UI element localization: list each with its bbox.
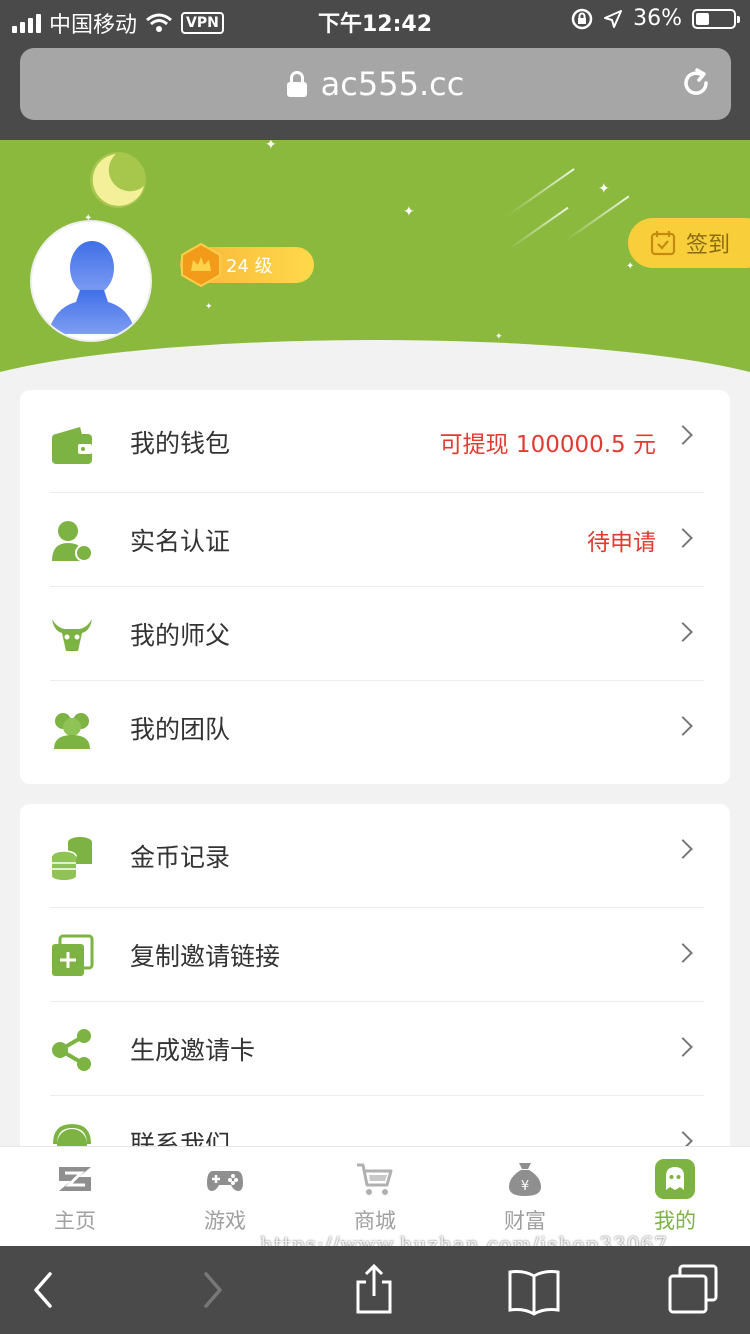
location-icon	[604, 9, 623, 28]
menu-item-label: 我的钱包	[130, 428, 231, 458]
browser-chrome: ac555.cc	[0, 40, 750, 140]
home-z-icon	[59, 1167, 91, 1191]
meteor-decoration	[508, 206, 569, 250]
chevron-right-icon	[673, 839, 693, 859]
avatar[interactable]	[30, 220, 152, 342]
share-icon	[52, 1029, 91, 1071]
url-text: ac555.cc	[320, 65, 465, 103]
chevron-right-icon	[673, 528, 693, 548]
tab-label: 游戏	[204, 1209, 246, 1233]
meteor-decoration	[564, 195, 630, 242]
copy-link-icon	[52, 934, 94, 976]
share-sheet-icon[interactable]	[344, 1262, 404, 1318]
tab-label: 我的	[654, 1209, 696, 1233]
profile-header: ✦ ✦ ✦ ✦ ✦ ✦ ✦ 24 级 签到	[0, 140, 750, 405]
bottom-tab-bar: 主页 游戏 商城 ¥ 财富 我的	[0, 1146, 750, 1246]
wallet-icon	[52, 427, 92, 464]
moon-icon	[90, 152, 146, 208]
chevron-right-icon	[673, 622, 693, 642]
signin-label: 签到	[686, 233, 731, 258]
battery-icon	[692, 8, 740, 29]
menu-item-label: 我的师父	[130, 621, 231, 650]
star-icon: ✦	[598, 181, 610, 197]
menu-item-team[interactable]: 我的团队	[20, 681, 730, 775]
tabs-icon[interactable]	[664, 1262, 724, 1318]
star-icon: ✦	[265, 140, 277, 153]
coins-icon	[51, 837, 92, 880]
bookmarks-icon[interactable]	[504, 1262, 564, 1318]
lock-icon	[286, 71, 307, 97]
tab-label: 主页	[54, 1209, 96, 1233]
tab-home[interactable]: 主页	[0, 1147, 150, 1246]
tab-label: 商城	[354, 1209, 396, 1233]
menu-item-wallet[interactable]: 我的钱包 可提现 100000.5 元	[20, 390, 730, 493]
reload-icon[interactable]	[679, 66, 713, 100]
menu-item-label: 金币记录	[130, 843, 231, 872]
menu-item-label: 复制邀请链接	[130, 942, 281, 971]
star-icon: ✦	[205, 302, 213, 312]
user-silhouette-icon	[48, 241, 136, 334]
menu-item-coin-records[interactable]: 金币记录	[20, 804, 730, 908]
signin-button[interactable]: 签到	[628, 218, 750, 268]
invite-menu-card: 金币记录 复制邀请链接 生成邀请卡 联系我们	[20, 804, 730, 1164]
calendar-check-icon	[650, 231, 676, 256]
master-icon	[52, 619, 92, 651]
menu-item-verification[interactable]: 实名认证 待申请	[20, 493, 730, 587]
wallet-balance: 可提现 100000.5 元	[439, 431, 656, 458]
menu-item-label: 实名认证	[130, 527, 231, 556]
menu-item-label: 我的团队	[130, 715, 231, 744]
chevron-right-icon	[673, 1037, 693, 1057]
gamepad-icon	[207, 1171, 243, 1191]
forward-icon[interactable]	[182, 1262, 242, 1318]
profile-icon	[655, 1159, 695, 1199]
verify-user-icon	[52, 521, 93, 562]
tab-label: 财富	[504, 1209, 546, 1233]
level-badge: 24 级	[180, 242, 314, 288]
verification-status: 待申请	[587, 530, 656, 556]
team-icon	[54, 713, 90, 749]
menu-item-invite-card[interactable]: 生成邀请卡	[20, 1002, 730, 1096]
address-bar[interactable]: ac555.cc	[20, 48, 731, 120]
svg-text:¥: ¥	[521, 1179, 529, 1194]
star-icon: ✦	[403, 204, 415, 220]
account-menu-card: 我的钱包 可提现 100000.5 元 实名认证 待申请 我的师父 我的团队	[20, 390, 730, 784]
crown-icon	[181, 242, 221, 288]
status-right: 36%	[571, 6, 740, 31]
menu-item-master[interactable]: 我的师父	[20, 587, 730, 681]
star-icon: ✦	[626, 261, 635, 272]
money-bag-icon: ¥	[509, 1163, 541, 1196]
menu-item-label: 生成邀请卡	[130, 1036, 256, 1065]
level-text: 24 级	[226, 256, 273, 277]
chevron-right-icon	[673, 943, 693, 963]
chevron-right-icon	[673, 425, 693, 445]
cart-icon	[357, 1163, 393, 1195]
back-icon[interactable]	[14, 1262, 74, 1318]
browser-toolbar	[0, 1246, 750, 1334]
status-bar: 中国移动 VPN 下午12:42 36%	[0, 0, 750, 40]
battery-percent: 36%	[633, 6, 682, 31]
chevron-right-icon	[673, 716, 693, 736]
rotation-lock-icon	[571, 8, 593, 29]
menu-item-copy-invite-link[interactable]: 复制邀请链接	[20, 908, 730, 1002]
